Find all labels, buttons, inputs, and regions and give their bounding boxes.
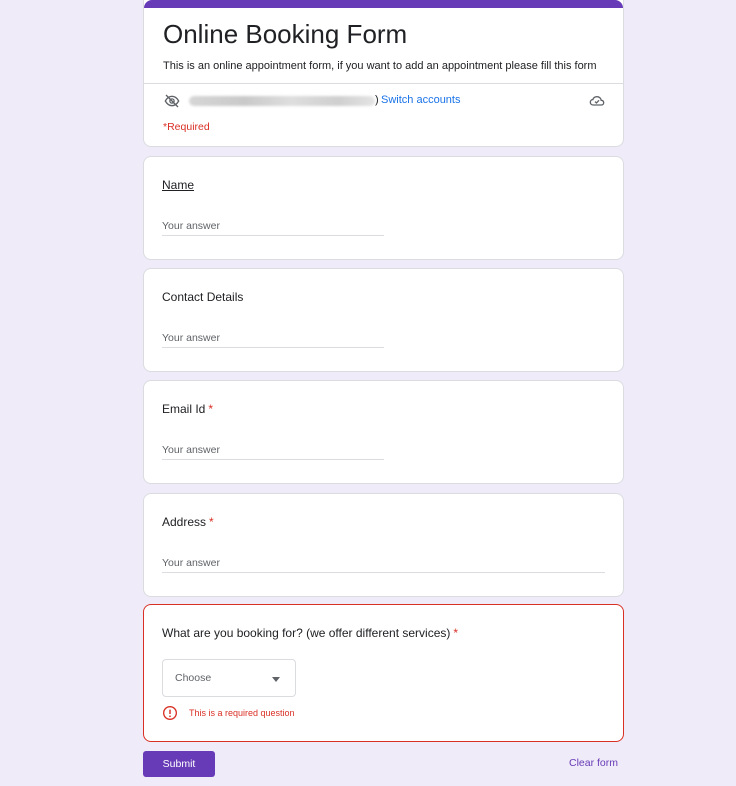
question-label-address-text: Address <box>162 515 207 529</box>
contact-input[interactable] <box>162 328 384 348</box>
account-paren: ) <box>375 94 379 106</box>
question-label-service-text: What are you booking for? (we offer diff… <box>162 626 451 640</box>
accent-bar <box>144 0 623 8</box>
question-card-name: Name <box>143 156 624 260</box>
question-label-name: Name <box>162 178 195 192</box>
service-select[interactable]: Choose <box>162 659 296 697</box>
question-card-service: What are you booking for? (we offer diff… <box>143 604 624 742</box>
required-note: *Required <box>163 121 210 133</box>
question-label-contact: Contact Details <box>162 290 244 304</box>
form-description: This is an online appointment form, if y… <box>163 60 597 72</box>
clear-form-button[interactable]: Clear form <box>569 757 618 769</box>
email-input[interactable] <box>162 440 384 460</box>
required-star: * <box>208 402 214 416</box>
address-input[interactable] <box>162 553 605 573</box>
header-divider <box>144 83 623 84</box>
question-label-service: What are you booking for? (we offer diff… <box>162 626 458 640</box>
question-label-email: Email Id * <box>162 402 213 416</box>
form-header-card: Online Booking Form This is an online ap… <box>143 0 624 147</box>
switch-accounts-link[interactable]: Switch accounts <box>381 94 460 106</box>
account-row: ) Switch accounts <box>163 93 606 109</box>
submit-button[interactable]: Submit <box>143 751 215 777</box>
dropdown-caret-icon <box>272 677 280 682</box>
cloud-check-icon <box>589 95 605 106</box>
question-label-email-text: Email Id <box>162 402 206 416</box>
eye-off-icon <box>164 94 180 108</box>
alert-circle-icon <box>163 706 177 720</box>
account-email-redacted <box>189 96 375 106</box>
required-star: * <box>453 626 459 640</box>
required-star: * <box>209 515 214 529</box>
error-text: This is a required question <box>189 708 295 718</box>
question-label-address: Address * <box>162 515 214 529</box>
form-title: Online Booking Form <box>163 19 408 49</box>
question-card-address: Address * <box>143 493 624 597</box>
question-card-contact: Contact Details <box>143 268 624 372</box>
service-select-value: Choose <box>175 672 212 684</box>
name-input[interactable] <box>162 216 384 236</box>
question-card-email: Email Id * <box>143 380 624 484</box>
